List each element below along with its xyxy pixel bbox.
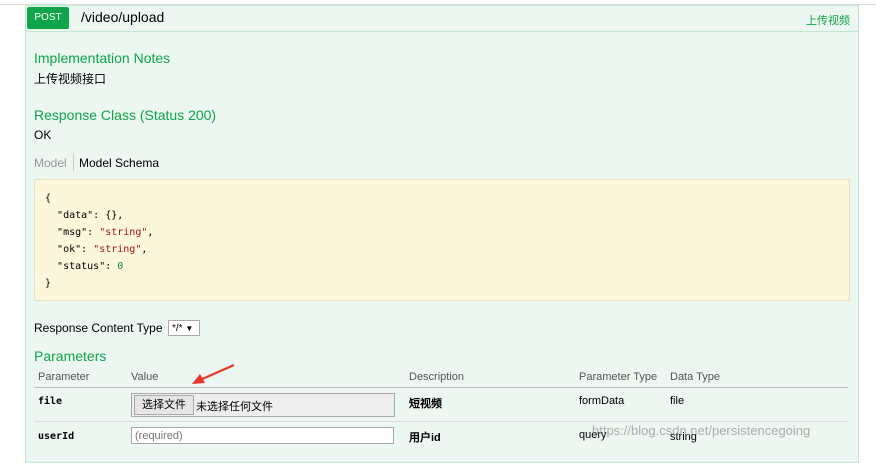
row-divider	[34, 421, 848, 422]
endpoint-path[interactable]: /video/upload	[81, 9, 164, 25]
http-method-badge[interactable]: POST	[27, 7, 69, 29]
tab-divider	[73, 153, 74, 171]
tab-model-schema[interactable]: Model Schema	[79, 156, 159, 170]
annotation-arrow-icon	[192, 363, 235, 384]
schema-json: { "data": {}, "msg": "string", "ok": "st…	[45, 193, 154, 289]
choose-file-button[interactable]: 选择文件	[134, 395, 194, 415]
col-header-value: Value	[131, 371, 159, 383]
param-name-userid: userId	[38, 431, 75, 442]
col-header-parameter-type: Parameter Type	[579, 371, 658, 383]
implementation-notes-text: 上传视频接口	[34, 72, 107, 86]
param-type-file: formData	[579, 395, 625, 407]
dropdown-arrow-icon: ▼	[185, 324, 194, 333]
operation-header[interactable]: POST /video/upload 上传视频	[25, 5, 859, 32]
response-content-type-select[interactable]: */* ▼	[168, 320, 200, 336]
response-class-text: OK	[34, 128, 52, 142]
col-header-parameter: Parameter	[38, 371, 90, 383]
col-header-data-type: Data Type	[670, 371, 720, 383]
param-description-userid: 用户id	[409, 432, 441, 444]
param-name-file: file	[38, 396, 63, 407]
file-status-text: 未选择任何文件	[196, 401, 273, 413]
endpoint-summary[interactable]: 上传视频	[806, 12, 850, 28]
table-header-divider	[34, 387, 848, 388]
file-input[interactable]: 选择文件 未选择任何文件	[131, 393, 395, 417]
parameters-title: Parameters	[34, 348, 107, 364]
watermark: https://blog.csdn.net/persistencegoing	[592, 423, 811, 438]
response-content-type-label: Response Content Type	[34, 321, 163, 335]
model-schema-box[interactable]: { "data": {}, "msg": "string", "ok": "st…	[34, 179, 850, 301]
implementation-notes-title: Implementation Notes	[34, 50, 171, 66]
tab-model[interactable]: Model	[34, 156, 67, 170]
col-header-description: Description	[409, 371, 465, 383]
data-type-file: file	[670, 395, 685, 407]
userid-input[interactable]	[131, 427, 394, 444]
response-class-title: Response Class (Status 200)	[34, 107, 217, 123]
param-description-file: 短视频	[409, 398, 442, 410]
